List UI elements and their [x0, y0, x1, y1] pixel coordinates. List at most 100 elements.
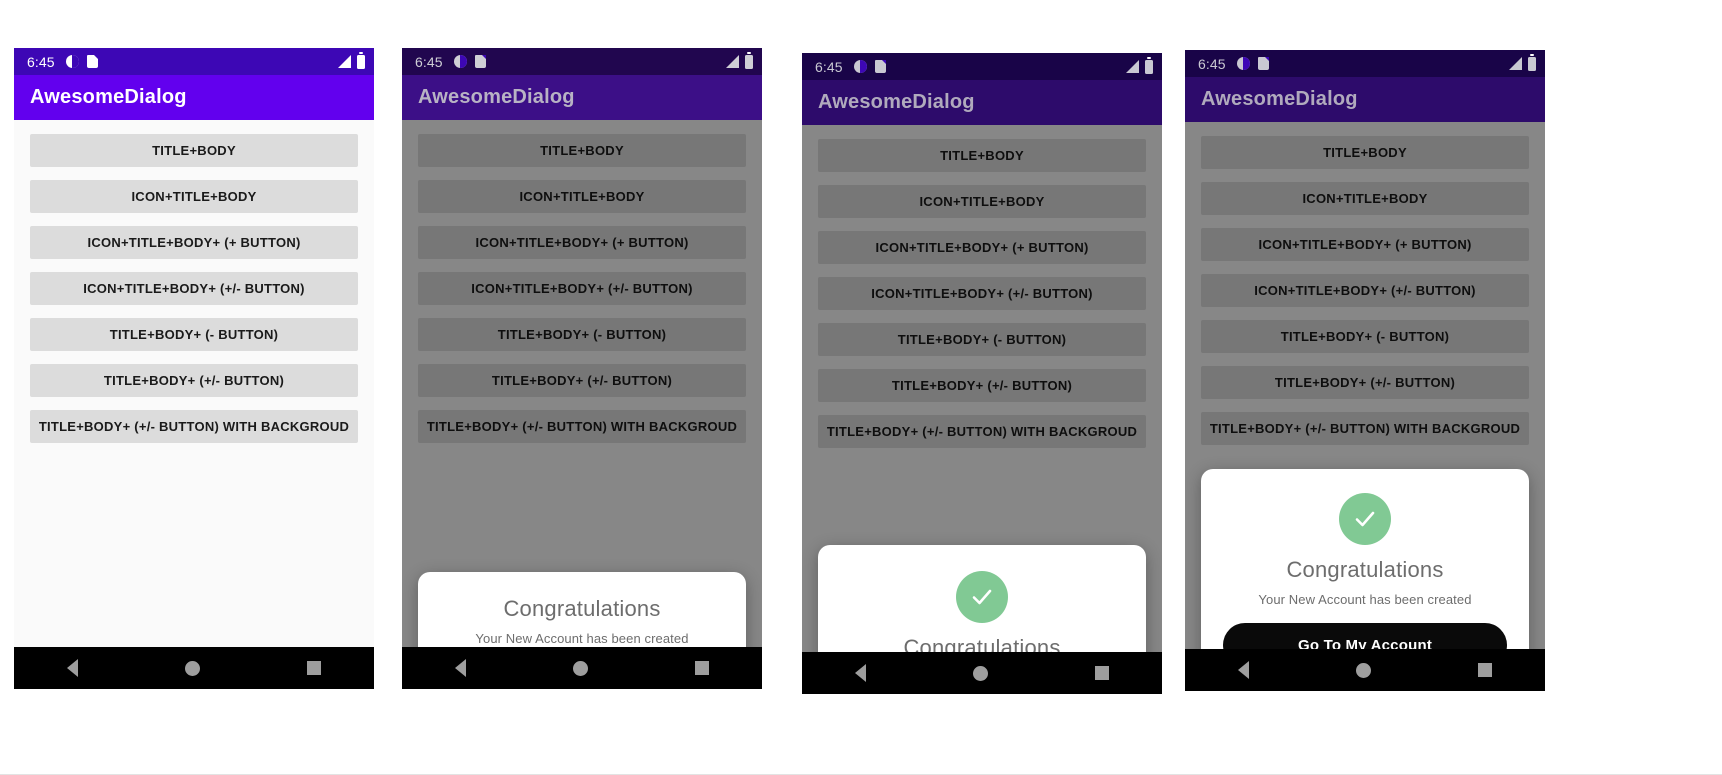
option-title-body-plusminus[interactable]: TITLE+BODY+ (+/- BUTTON) — [818, 369, 1146, 402]
status-bar-2: 6:45 — [402, 48, 762, 75]
back-icon[interactable] — [67, 659, 79, 677]
option-title-body-plusminus[interactable]: TITLE+BODY+ (+/- BUTTON) — [1201, 366, 1529, 399]
home-icon[interactable] — [972, 665, 988, 681]
option-icon-title-body-plusminus[interactable]: ICON+TITLE+BODY+ (+/- BUTTON) — [30, 272, 358, 305]
option-title-body[interactable]: TITLE+BODY — [418, 134, 746, 167]
signal-icon — [726, 55, 739, 68]
option-title-body-plusminus-bg[interactable]: TITLE+BODY+ (+/- BUTTON) WITH BACKGROUD — [418, 410, 746, 443]
dialog-title: Congratulations — [1286, 557, 1444, 582]
sd-card-icon — [1257, 57, 1269, 70]
back-icon[interactable] — [1238, 661, 1250, 679]
congrats-dialog-4: Congratulations Your New Account has bee… — [1201, 469, 1529, 649]
nav-bar-2 — [402, 647, 762, 689]
back-icon[interactable] — [455, 659, 467, 677]
option-title-body-plusminus-bg[interactable]: TITLE+BODY+ (+/- BUTTON) WITH BACKGROUD — [818, 415, 1146, 448]
recents-icon[interactable] — [1477, 663, 1492, 677]
phone-frame-3: 6:45 AwesomeDialog TITLE+BODY ICON+TITLE… — [802, 53, 1162, 694]
option-title-body-minus[interactable]: TITLE+BODY+ (- BUTTON) — [30, 318, 358, 351]
status-left-icons — [853, 60, 886, 73]
signal-icon — [338, 55, 351, 68]
signal-icon — [1126, 60, 1139, 73]
home-icon[interactable] — [1355, 662, 1371, 678]
status-left-icons — [453, 55, 486, 68]
recents-icon[interactable] — [306, 661, 321, 675]
option-icon-title-body-plus[interactable]: ICON+TITLE+BODY+ (+ BUTTON) — [818, 231, 1146, 264]
option-icon-title-body[interactable]: ICON+TITLE+BODY — [418, 180, 746, 213]
sd-card-icon — [86, 55, 98, 68]
sd-card-icon — [474, 55, 486, 68]
dialog-body: Your New Account has been created — [1258, 592, 1472, 607]
option-icon-title-body[interactable]: ICON+TITLE+BODY — [1201, 182, 1529, 215]
contrast-icon — [853, 60, 867, 73]
content-area-3: TITLE+BODY ICON+TITLE+BODY ICON+TITLE+BO… — [802, 125, 1162, 652]
option-title-body-plusminus-bg[interactable]: TITLE+BODY+ (+/- BUTTON) WITH BACKGROUD — [1201, 412, 1529, 445]
option-title-body[interactable]: TITLE+BODY — [1201, 136, 1529, 169]
contrast-icon — [65, 55, 79, 68]
status-time: 6:45 — [27, 53, 55, 70]
congrats-dialog-3: Congratulations Your New Account has bee… — [818, 545, 1146, 652]
phone-frame-1: 6:45 AwesomeDialog TITLE+BODY ICON+TITLE… — [14, 48, 374, 689]
app-title: AwesomeDialog — [30, 86, 187, 108]
status-right-icons — [726, 54, 753, 69]
option-title-body-plusminus[interactable]: TITLE+BODY+ (+/- BUTTON) — [30, 364, 358, 397]
phone-frame-2: 6:45 AwesomeDialog TITLE+BODY ICON+TITLE… — [402, 48, 762, 689]
option-icon-title-body-plus[interactable]: ICON+TITLE+BODY+ (+ BUTTON) — [1201, 228, 1529, 261]
option-icon-title-body[interactable]: ICON+TITLE+BODY — [30, 180, 358, 213]
status-bar-3: 6:45 — [802, 53, 1162, 80]
status-right-icons — [338, 54, 365, 69]
battery-icon — [745, 54, 753, 69]
option-title-body[interactable]: TITLE+BODY — [818, 139, 1146, 172]
option-title-body-plusminus[interactable]: TITLE+BODY+ (+/- BUTTON) — [418, 364, 746, 397]
option-title-body-minus[interactable]: TITLE+BODY+ (- BUTTON) — [818, 323, 1146, 356]
option-icon-title-body-plus[interactable]: ICON+TITLE+BODY+ (+ BUTTON) — [418, 226, 746, 259]
status-left-icons — [65, 55, 98, 68]
option-icon-title-body-plusminus[interactable]: ICON+TITLE+BODY+ (+/- BUTTON) — [418, 272, 746, 305]
status-bar-1: 6:45 — [14, 48, 374, 75]
screenshot-stage: 6:45 AwesomeDialog TITLE+BODY ICON+TITLE… — [0, 0, 1722, 775]
recents-icon[interactable] — [1094, 666, 1109, 680]
check-circle-icon — [1339, 493, 1391, 545]
option-icon-title-body-plus[interactable]: ICON+TITLE+BODY+ (+ BUTTON) — [30, 226, 358, 259]
dialog-title: Congratulations — [903, 635, 1061, 652]
app-title: AwesomeDialog — [1201, 88, 1358, 110]
status-time: 6:45 — [1198, 55, 1226, 72]
battery-icon — [1145, 59, 1153, 74]
option-icon-title-body-plusminus[interactable]: ICON+TITLE+BODY+ (+/- BUTTON) — [1201, 274, 1529, 307]
app-bar-2: AwesomeDialog — [402, 75, 762, 120]
option-title-body-minus[interactable]: TITLE+BODY+ (- BUTTON) — [1201, 320, 1529, 353]
option-title-body-minus[interactable]: TITLE+BODY+ (- BUTTON) — [418, 318, 746, 351]
option-list-1: TITLE+BODY ICON+TITLE+BODY ICON+TITLE+BO… — [14, 134, 374, 456]
status-left-icons — [1236, 57, 1269, 70]
option-title-body-plusminus-bg[interactable]: TITLE+BODY+ (+/- BUTTON) WITH BACKGROUD — [30, 410, 358, 443]
status-time: 6:45 — [415, 53, 443, 70]
nav-bar-4 — [1185, 649, 1545, 691]
phone-frame-4: 6:45 AwesomeDialog TITLE+BODY ICON+TITLE… — [1185, 50, 1545, 691]
app-title: AwesomeDialog — [418, 86, 575, 108]
status-right-icons — [1509, 56, 1536, 71]
battery-icon — [357, 54, 365, 69]
option-list-2: TITLE+BODY ICON+TITLE+BODY ICON+TITLE+BO… — [402, 134, 762, 456]
sd-card-icon — [874, 60, 886, 73]
contrast-icon — [1236, 57, 1250, 70]
nav-bar-3 — [802, 652, 1162, 694]
back-icon[interactable] — [855, 664, 867, 682]
content-area-4: TITLE+BODY ICON+TITLE+BODY ICON+TITLE+BO… — [1185, 122, 1545, 649]
home-icon[interactable] — [184, 660, 200, 676]
congrats-dialog-2: Congratulations Your New Account has bee… — [418, 572, 746, 647]
option-icon-title-body-plusminus[interactable]: ICON+TITLE+BODY+ (+/- BUTTON) — [818, 277, 1146, 310]
option-title-body[interactable]: TITLE+BODY — [30, 134, 358, 167]
signal-icon — [1509, 57, 1522, 70]
go-to-my-account-button[interactable]: Go To My Account — [1223, 623, 1507, 649]
status-bar-4: 6:45 — [1185, 50, 1545, 77]
app-bar-1: AwesomeDialog — [14, 75, 374, 120]
check-circle-icon — [956, 571, 1008, 623]
status-right-icons — [1126, 59, 1153, 74]
option-list-3: TITLE+BODY ICON+TITLE+BODY ICON+TITLE+BO… — [802, 139, 1162, 461]
status-time: 6:45 — [815, 58, 843, 75]
home-icon[interactable] — [572, 660, 588, 676]
battery-icon — [1528, 56, 1536, 71]
option-icon-title-body[interactable]: ICON+TITLE+BODY — [818, 185, 1146, 218]
dialog-body: Your New Account has been created — [475, 631, 689, 646]
content-area-1: TITLE+BODY ICON+TITLE+BODY ICON+TITLE+BO… — [14, 120, 374, 647]
recents-icon[interactable] — [694, 661, 709, 675]
